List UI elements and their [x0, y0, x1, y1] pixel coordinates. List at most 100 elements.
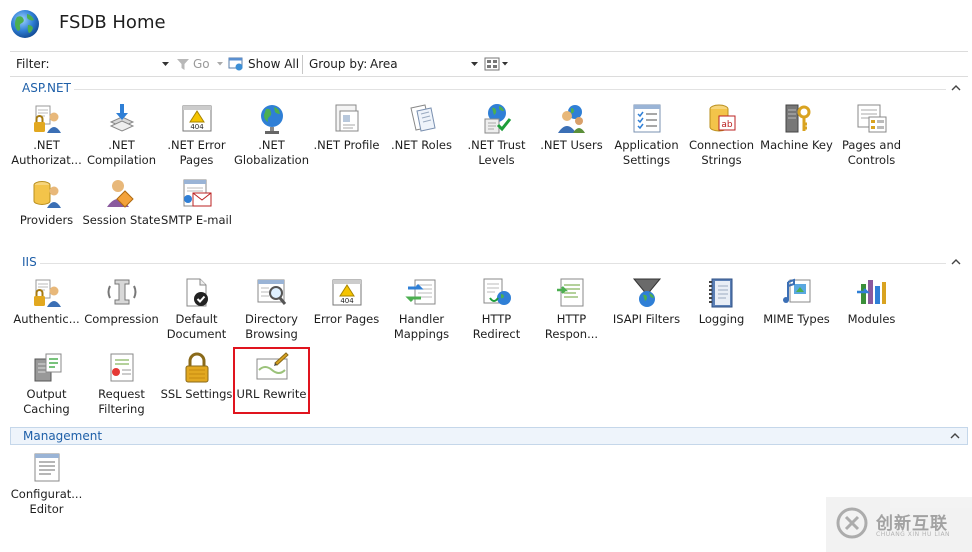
iis-feature-tile[interactable]: Modules — [834, 276, 909, 348]
aspnet-feature-tile[interactable]: .NET Compilation — [84, 102, 159, 174]
iis-feature-tile[interactable]: MIME Types — [759, 276, 834, 348]
feature-label: Modules — [847, 312, 896, 326]
group-header-iis[interactable]: IIS — [10, 254, 968, 272]
toolbar-separator — [302, 55, 303, 74]
aspnet-feature-tile[interactable]: .NET Trust Levels — [459, 102, 534, 174]
feature-label: Providers — [19, 213, 74, 227]
iis-feature-tile[interactable]: Handler Mappings — [384, 276, 459, 348]
notebook-icon — [709, 278, 733, 308]
aspnet-feature-tile[interactable]: ab Connection Strings — [684, 102, 759, 174]
group-name: IIS — [22, 255, 37, 269]
email-window-icon — [183, 179, 212, 207]
chevron-up-icon[interactable] — [949, 430, 961, 442]
go-dropdown-icon[interactable] — [217, 62, 223, 66]
iis-feature-tile[interactable]: SSL Settings — [159, 351, 234, 423]
database-ab-icon: ab — [709, 104, 736, 132]
users-globe-icon — [558, 105, 585, 133]
session-user-icon — [107, 180, 134, 208]
handler-arrows-icon — [405, 279, 436, 305]
config-editor-icon — [34, 453, 60, 482]
chevron-up-icon[interactable] — [950, 256, 962, 268]
aspnet-feature-tile[interactable]: Providers — [9, 177, 84, 249]
lock-user-icon — [34, 279, 61, 307]
iis-feature-tile[interactable]: HTTP Redirect — [459, 276, 534, 348]
aspnet-feature-tile[interactable]: .NET Roles — [384, 102, 459, 174]
watermark-logo-icon — [836, 507, 868, 539]
feature-label: Default Document — [166, 312, 227, 341]
iis-feature-tile[interactable]: Output Caching — [9, 351, 84, 423]
feature-label: Configurat... Editor — [10, 487, 83, 516]
feature-label: .NET Compilation — [86, 138, 157, 167]
page-title: FSDB Home — [59, 12, 166, 33]
server-key-icon — [785, 104, 811, 133]
svg-text:404: 404 — [190, 123, 204, 131]
view-mode-icon[interactable] — [484, 57, 500, 71]
feature-label: HTTP Respon... — [544, 312, 599, 341]
clamp-icon — [107, 279, 137, 305]
feature-label: Authentic... — [13, 312, 80, 326]
group-by-select[interactable]: Area — [370, 57, 398, 71]
chevron-up-icon[interactable] — [950, 82, 962, 94]
iis-feature-tile[interactable]: Request Filtering — [84, 351, 159, 423]
group-by-label: Group by: — [309, 57, 368, 71]
aspnet-feature-tile[interactable]: SMTP E-mail — [159, 177, 234, 249]
iis-feature-tile[interactable]: Compression — [84, 276, 159, 348]
iis-feature-tile[interactable]: ISAPI Filters — [609, 276, 684, 348]
feature-label: Handler Mappings — [393, 312, 450, 341]
filter-dropdown-icon[interactable] — [162, 62, 169, 67]
iis-feature-tile[interactable]: Logging — [684, 276, 759, 348]
feature-label: SMTP E-mail — [161, 213, 232, 227]
feature-label: Connection Strings — [688, 138, 755, 167]
http-response-icon — [557, 278, 584, 307]
feature-label: Application Settings — [614, 138, 679, 167]
aspnet-feature-tile[interactable]: Machine Key — [759, 102, 834, 174]
aspnet-feature-tile[interactable]: Application Settings — [609, 102, 684, 174]
globe-icon — [261, 105, 283, 134]
management-feature-tile[interactable]: Configurat... Editor — [9, 451, 84, 523]
url-rewrite-highlight — [233, 347, 310, 414]
show-all-button[interactable]: Show All — [248, 57, 299, 71]
aspnet-feature-tile[interactable]: Session State — [83, 177, 160, 249]
feature-label: .NET Profile — [313, 138, 380, 152]
svg-text:404: 404 — [340, 297, 354, 305]
globe-icon — [11, 10, 39, 38]
compile-arrow-icon — [109, 104, 135, 132]
filter-input[interactable] — [60, 55, 170, 73]
group-name: Management — [23, 429, 103, 443]
feature-label: Error Pages — [313, 312, 380, 326]
view-mode-dropdown-icon[interactable] — [502, 62, 508, 66]
go-button[interactable]: Go — [193, 57, 210, 71]
feature-label: Session State — [82, 213, 161, 227]
funnel-globe-icon — [632, 278, 662, 307]
filter-toolbar: Filter: Go Show All Group by: Area — [10, 51, 968, 77]
aspnet-feature-tile[interactable]: .NET Authorizat... — [9, 102, 84, 174]
iis-feature-tile[interactable]: Directory Browsing — [234, 276, 309, 348]
aspnet-feature-tile[interactable]: .NET Globalization — [234, 102, 309, 174]
output-cache-icon — [34, 353, 62, 382]
feature-label: .NET Users — [540, 138, 603, 152]
watermark: 创新互联 CHUANG XIN HU LIAN — [826, 497, 972, 552]
aspnet-feature-tile[interactable]: .NET Users — [534, 102, 609, 174]
group-header-management[interactable]: Management — [10, 427, 968, 445]
pages-controls-icon — [857, 104, 887, 133]
iis-feature-tile[interactable]: 404 Error Pages — [309, 276, 384, 348]
aspnet-feature-tile[interactable]: Pages and Controls — [834, 102, 909, 174]
iis-feature-tile[interactable]: Default Document — [159, 276, 234, 348]
group-header-aspnet[interactable]: ASP.NET — [10, 80, 968, 98]
watermark-subtext: CHUANG XIN HU LIAN — [876, 531, 951, 538]
modules-icon — [857, 280, 886, 304]
redirect-globe-icon — [483, 278, 511, 305]
aspnet-feature-tile[interactable]: .NET Profile — [309, 102, 384, 174]
funnel-icon — [177, 59, 189, 70]
globe-check-icon — [484, 104, 512, 134]
group-by-dropdown-icon[interactable] — [471, 62, 478, 67]
iis-feature-tile[interactable]: Authentic... — [9, 276, 84, 348]
roles-doc-icon — [410, 104, 436, 132]
feature-label: Output Caching — [23, 387, 70, 416]
iis-feature-tile[interactable]: HTTP Respon... — [534, 276, 609, 348]
feature-label: Request Filtering — [98, 387, 145, 416]
aspnet-feature-tile[interactable]: 404 .NET Error Pages — [159, 102, 234, 174]
warning-404-icon: 404 — [182, 105, 212, 132]
feature-label: .NET Roles — [391, 138, 452, 152]
feature-label: HTTP Redirect — [472, 312, 521, 341]
